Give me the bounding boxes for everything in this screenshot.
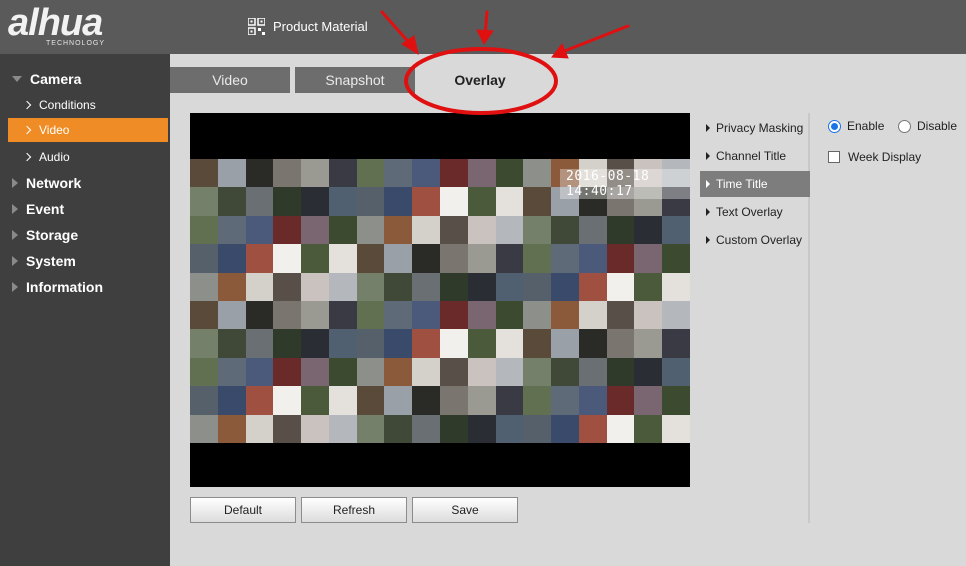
expand-right-icon bbox=[12, 178, 18, 188]
overlay-item-time-title[interactable]: Time Title bbox=[700, 171, 810, 197]
expand-right-icon bbox=[12, 230, 18, 240]
tab-snapshot[interactable]: Snapshot bbox=[295, 67, 415, 93]
disable-radio[interactable]: Disable bbox=[898, 119, 957, 133]
sidebar-item-label: Camera bbox=[30, 71, 82, 87]
bullet-arrow-icon bbox=[706, 180, 710, 188]
overlay-item-channel-title[interactable]: Channel Title bbox=[700, 143, 810, 169]
sidebar-item-label: Conditions bbox=[39, 98, 96, 112]
video-preview[interactable]: 2016-08-18 14:40:17 bbox=[190, 113, 690, 487]
overlay-item-label: Custom Overlay bbox=[716, 233, 803, 247]
sidebar-item-label: Event bbox=[26, 201, 65, 217]
logo-subtext: TECHNOLOGY bbox=[46, 40, 106, 47]
sidebar-item-audio[interactable]: Audio bbox=[0, 144, 170, 170]
sidebar-item-network[interactable]: Network bbox=[0, 170, 170, 196]
tab-overlay[interactable]: Overlay bbox=[420, 67, 540, 93]
sidebar-item-label: System bbox=[26, 253, 76, 269]
disable-label: Disable bbox=[917, 119, 958, 133]
expand-right-icon bbox=[12, 256, 18, 266]
save-button[interactable]: Save bbox=[412, 497, 518, 523]
pixelated-camera-image bbox=[190, 159, 690, 443]
enable-radio[interactable]: Enable bbox=[828, 119, 884, 133]
expand-down-icon bbox=[12, 76, 22, 82]
sidebar-item-event[interactable]: Event bbox=[0, 196, 170, 222]
sidebar-item-system[interactable]: System bbox=[0, 248, 170, 274]
expand-right-icon bbox=[12, 204, 18, 214]
expand-right-icon bbox=[12, 282, 18, 292]
product-material-label: Product Material bbox=[273, 18, 368, 34]
sidebar-item-camera[interactable]: Camera bbox=[0, 66, 170, 92]
sidebar-item-label: Network bbox=[26, 175, 82, 191]
chevron-right-icon bbox=[22, 152, 32, 162]
overlay-type-list: Privacy Masking Channel Title Time Title… bbox=[700, 113, 810, 523]
sidebar-item-video[interactable]: Video bbox=[8, 118, 168, 142]
product-material-link[interactable]: Product Material bbox=[248, 17, 368, 35]
chevron-right-icon bbox=[22, 100, 32, 110]
refresh-button[interactable]: Refresh bbox=[301, 497, 407, 523]
sidebar-item-label: Audio bbox=[39, 150, 70, 164]
overlay-item-label: Time Title bbox=[716, 177, 768, 191]
week-display-label: Week Display bbox=[848, 150, 922, 164]
logo-wordmark: alhua bbox=[8, 2, 103, 44]
sidebar-item-label: Video bbox=[39, 123, 70, 137]
sidebar-item-conditions[interactable]: Conditions bbox=[0, 92, 170, 118]
enable-label: Enable bbox=[847, 119, 885, 133]
radio-selected-icon bbox=[828, 119, 841, 133]
qr-code-icon bbox=[248, 17, 265, 35]
sidebar-item-information[interactable]: Information bbox=[0, 274, 170, 300]
top-bar: alhua TECHNOLOGY Product Material bbox=[0, 0, 966, 54]
tab-video[interactable]: Video bbox=[170, 67, 290, 93]
dahua-logo: alhua TECHNOLOGY bbox=[8, 2, 104, 47]
radio-unselected-icon bbox=[898, 119, 911, 133]
overlay-item-privacy-masking[interactable]: Privacy Masking bbox=[700, 115, 810, 141]
sidebar-item-label: Information bbox=[26, 279, 103, 295]
overlay-item-label: Text Overlay bbox=[716, 205, 783, 219]
sidebar-item-label: Storage bbox=[26, 227, 79, 243]
bullet-arrow-icon bbox=[706, 124, 710, 132]
overlay-item-label: Channel Title bbox=[716, 149, 787, 163]
week-display-checkbox[interactable]: Week Display bbox=[828, 150, 921, 164]
overlay-item-label: Privacy Masking bbox=[716, 121, 804, 135]
sidebar: Camera Conditions Video Audio Network Ev… bbox=[0, 54, 170, 566]
bullet-arrow-icon bbox=[706, 208, 710, 216]
checkbox-icon bbox=[828, 151, 840, 163]
default-button[interactable]: Default bbox=[190, 497, 296, 523]
time-title-overlay[interactable]: 2016-08-18 14:40:17 bbox=[560, 169, 690, 199]
sidebar-item-storage[interactable]: Storage bbox=[0, 222, 170, 248]
overlay-item-custom-overlay[interactable]: Custom Overlay bbox=[700, 227, 810, 253]
bullet-arrow-icon bbox=[706, 152, 710, 160]
overlay-item-text-overlay[interactable]: Text Overlay bbox=[700, 199, 810, 225]
chevron-right-icon bbox=[22, 125, 32, 135]
bullet-arrow-icon bbox=[706, 236, 710, 244]
